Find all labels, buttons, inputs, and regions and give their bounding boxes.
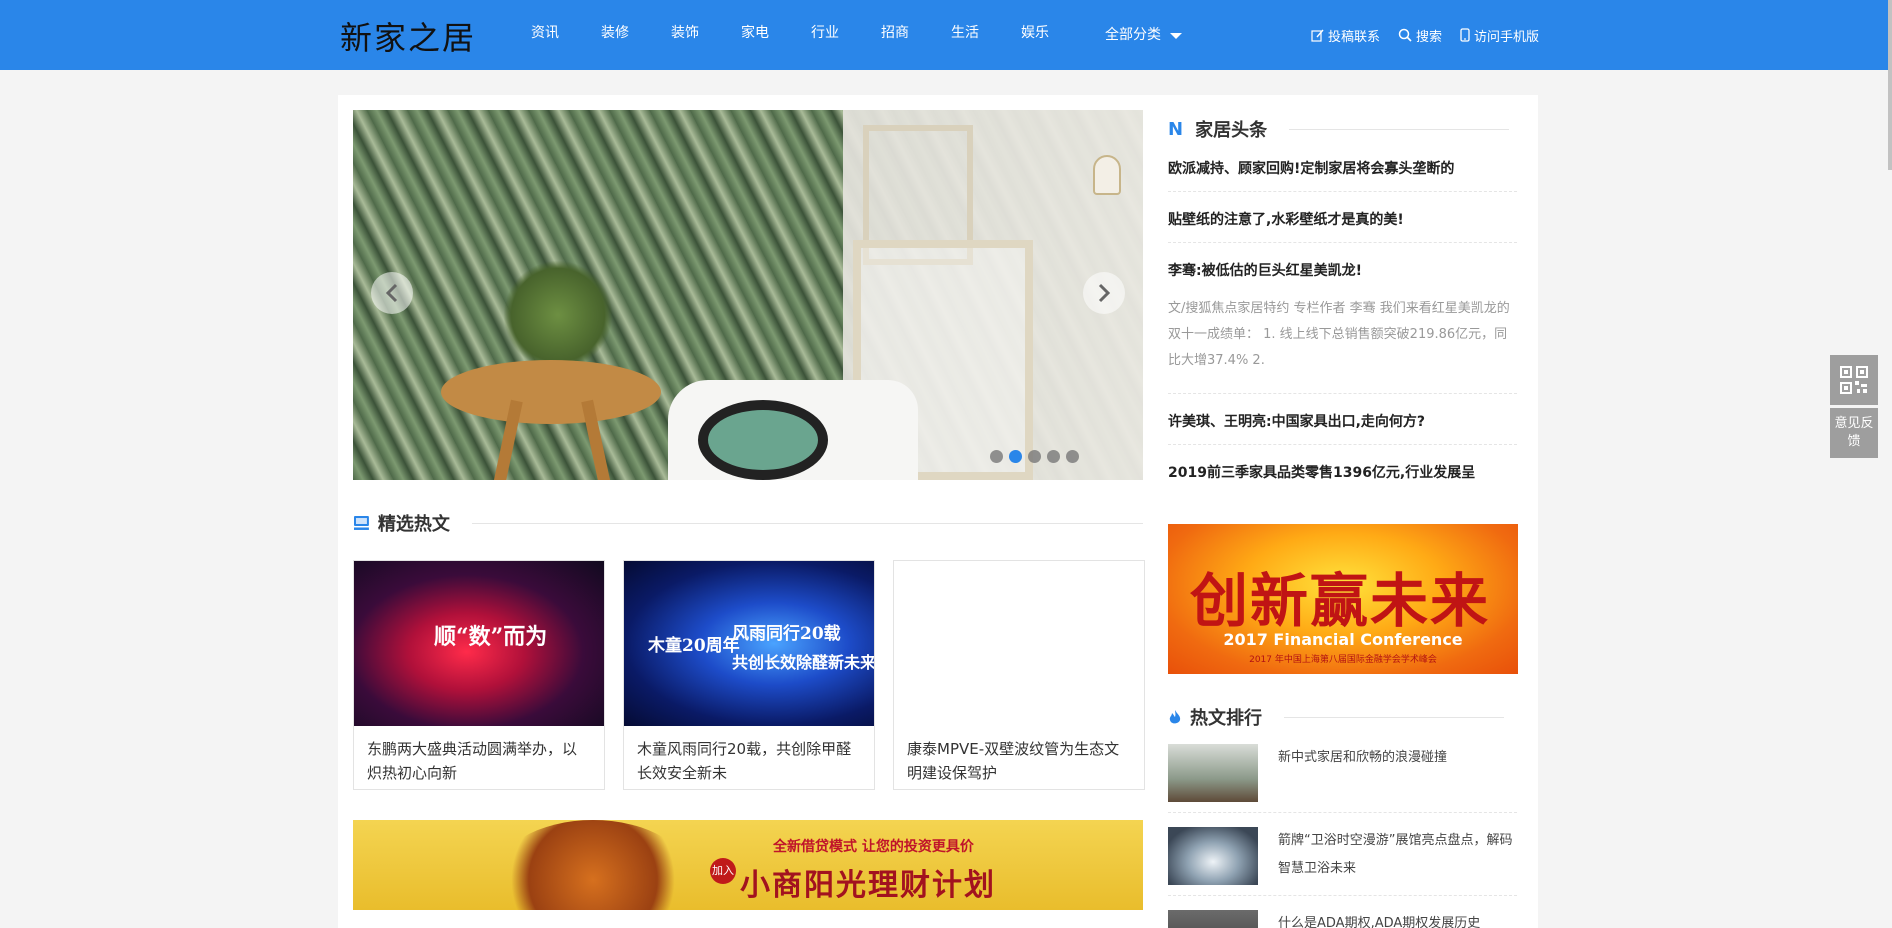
ranking-thumbnail <box>1168 910 1258 928</box>
finance-ad-banner[interactable]: 全新借贷模式 让您的投资更具价 加入 小商阳光理财计划 <box>353 820 1143 910</box>
nav-item-decoration[interactable]: 装饰 <box>671 0 699 70</box>
conference-ad-english: 2017 Financial Conference <box>1223 630 1463 649</box>
slider-dot-2[interactable] <box>1009 450 1022 463</box>
nav-item-life[interactable]: 生活 <box>951 0 979 70</box>
featured-section-title: 精选热文 <box>377 514 450 535</box>
ranking-item[interactable]: 什么是ADA期权,ADA期权发展历史 <box>1168 910 1518 928</box>
scrollbar[interactable] <box>1888 0 1892 170</box>
image-caption: 顺“数”而为 <box>434 624 548 650</box>
flame-icon <box>1169 709 1181 723</box>
slider-next-button[interactable] <box>1083 272 1125 314</box>
contribute-label: 投稿联系 <box>1328 29 1381 45</box>
headline-item[interactable]: 李骞:被低估的巨头红星美凯龙! <box>1168 260 1517 280</box>
divider <box>1168 191 1517 192</box>
headline-item[interactable]: 许美琪、王明亮:中国家具出口,走向何方? <box>1168 411 1517 431</box>
image-caption: 共创长效除醛新未来 <box>732 653 874 672</box>
slide-side-table <box>441 360 661 480</box>
site-logo[interactable]: 新家之居 <box>340 13 476 59</box>
n-logo-icon: N <box>1168 118 1184 140</box>
main-nav: 资讯 装修 装饰 家电 行业 招商 生活 娱乐 全部分类 <box>531 0 1224 70</box>
featured-card-image <box>894 561 1144 726</box>
featured-section-heading: 精选热文 <box>353 510 1143 536</box>
divider <box>1168 812 1517 813</box>
mobile-link[interactable]: 访问手机版 <box>1460 26 1539 45</box>
headlines-heading: N 家居头条 <box>1168 116 1518 142</box>
featured-card-title: 东鹏两大盛典活动圆满举办，以炽热初心向新 <box>367 740 578 782</box>
slider-dots <box>990 450 1085 463</box>
headline-item[interactable]: 欧派减持、顾家回购!定制家居将会寡头垄断的 <box>1168 158 1517 178</box>
header-tools: 投稿联系 搜索 访问手机版 <box>1311 0 1557 70</box>
table-top <box>441 360 661 424</box>
ad-money-tree <box>493 820 693 910</box>
headline-item[interactable]: 贴壁纸的注意了,水彩壁纸才是真的美! <box>1168 209 1517 229</box>
qr-code-button[interactable] <box>1830 355 1878 405</box>
slider-dot-1[interactable] <box>990 450 1003 463</box>
ranking-item[interactable]: 箭牌“卫浴时空漫游”展馆亮点盘点，解码智慧卫浴未来 <box>1168 827 1518 887</box>
image-slider[interactable] <box>353 110 1143 480</box>
nav-item-appliances[interactable]: 家电 <box>741 0 769 70</box>
section-divider <box>1284 716 1504 718</box>
slider-dot-5[interactable] <box>1066 450 1079 463</box>
ranking-heading: 热文排行 <box>1168 704 1518 730</box>
featured-card-1[interactable]: 顺“数”而为 东鹏两大盛典活动圆满举办，以炽热初心向新 <box>353 560 605 790</box>
conference-ad-chinese: 2017 年中国上海第八届国际金融学会学术峰会 <box>1249 655 1437 665</box>
chevron-down-icon <box>1170 33 1182 39</box>
chevron-right-icon <box>1098 283 1111 303</box>
ranking-thumbnail <box>1168 744 1258 802</box>
divider <box>1168 444 1517 445</box>
image-caption: 风雨同行20载 <box>732 624 841 644</box>
top-header: 新家之居 资讯 装修 装饰 家电 行业 招商 生活 娱乐 全部分类 投稿联系 搜… <box>0 0 1892 70</box>
monitor-icon <box>353 516 369 530</box>
mobile-icon <box>1460 28 1470 42</box>
slider-dot-3[interactable] <box>1028 450 1041 463</box>
all-categories-label: 全部分类 <box>1105 27 1161 43</box>
ad-headline: 小商阳光理财计划 <box>740 868 996 903</box>
edit-icon <box>1311 29 1324 42</box>
slider-prev-button[interactable] <box>371 272 413 314</box>
nav-item-industry[interactable]: 行业 <box>811 0 839 70</box>
ranking-thumbnail <box>1168 827 1258 885</box>
featured-card-image: 顺“数”而为 <box>354 561 604 726</box>
featured-card-title: 木童风雨同行20载，共创除甲醛长效安全新未 <box>637 740 852 782</box>
section-divider <box>471 522 1143 524</box>
headline-summary: 文/搜狐焦点家居特约 专栏作者 李骞 我们来看红星美凯龙的双十一成绩单： 1. … <box>1168 301 1510 368</box>
slide-wall-sconce <box>1093 155 1121 195</box>
mobile-label: 访问手机版 <box>1474 29 1540 45</box>
ranking-item-title: 新中式家居和欣畅的浪漫碰撞 <box>1278 750 1448 765</box>
divider <box>1168 242 1517 243</box>
conference-ad-headline: 创新赢未来 <box>1190 567 1491 635</box>
conference-ad[interactable]: 创新赢未来 2017 Financial Conference 2017 年中国… <box>1168 524 1518 674</box>
section-divider <box>1289 128 1510 130</box>
nav-item-news[interactable]: 资讯 <box>531 0 559 70</box>
nav-item-renovation[interactable]: 装修 <box>601 0 629 70</box>
slide-pillow-print <box>698 400 828 480</box>
search-icon <box>1398 28 1412 42</box>
ranking-item-title: 箭牌“卫浴时空漫游”展馆亮点盘点，解码智慧卫浴未来 <box>1278 833 1513 876</box>
feedback-button[interactable]: 意见反馈 <box>1830 408 1878 458</box>
contribute-link[interactable]: 投稿联系 <box>1311 26 1380 45</box>
image-caption: 木童20周年 <box>648 636 740 656</box>
ad-subtitle: 全新借贷模式 让您的投资更具价 <box>773 839 974 855</box>
divider <box>1168 895 1517 896</box>
featured-card-title: 康泰MPVE-双壁波纹管为生态文明建设保驾护 <box>907 740 1120 782</box>
headline-item[interactable]: 2019前三季家具品类零售1396亿元,行业发展呈 <box>1168 462 1517 482</box>
ranking-title: 热文排行 <box>1190 708 1262 729</box>
featured-card-image: 木童20周年 风雨同行20载 共创长效除醛新未来 <box>624 561 874 726</box>
search-link[interactable]: 搜索 <box>1398 26 1442 45</box>
search-label: 搜索 <box>1416 29 1443 45</box>
chevron-left-icon <box>385 283 398 303</box>
ranking-item-title: 什么是ADA期权,ADA期权发展历史 <box>1278 916 1481 928</box>
ranking-item[interactable]: 新中式家居和欣畅的浪漫碰撞 <box>1168 744 1518 804</box>
nav-item-franchise[interactable]: 招商 <box>881 0 909 70</box>
featured-card-3[interactable]: 康泰MPVE-双壁波纹管为生态文明建设保驾护 <box>893 560 1145 790</box>
divider <box>1168 393 1517 394</box>
nav-item-entertainment[interactable]: 娱乐 <box>1021 0 1049 70</box>
headlines-title: 家居头条 <box>1195 120 1268 141</box>
ad-badge: 加入 <box>710 858 736 884</box>
all-categories-dropdown[interactable]: 全部分类 <box>1105 0 1182 70</box>
slider-dot-4[interactable] <box>1047 450 1060 463</box>
qr-code-icon <box>1840 366 1868 394</box>
slide-plant <box>503 260 613 370</box>
featured-card-2[interactable]: 木童20周年 风雨同行20载 共创长效除醛新未来 木童风雨同行20载，共创除甲醛… <box>623 560 875 790</box>
